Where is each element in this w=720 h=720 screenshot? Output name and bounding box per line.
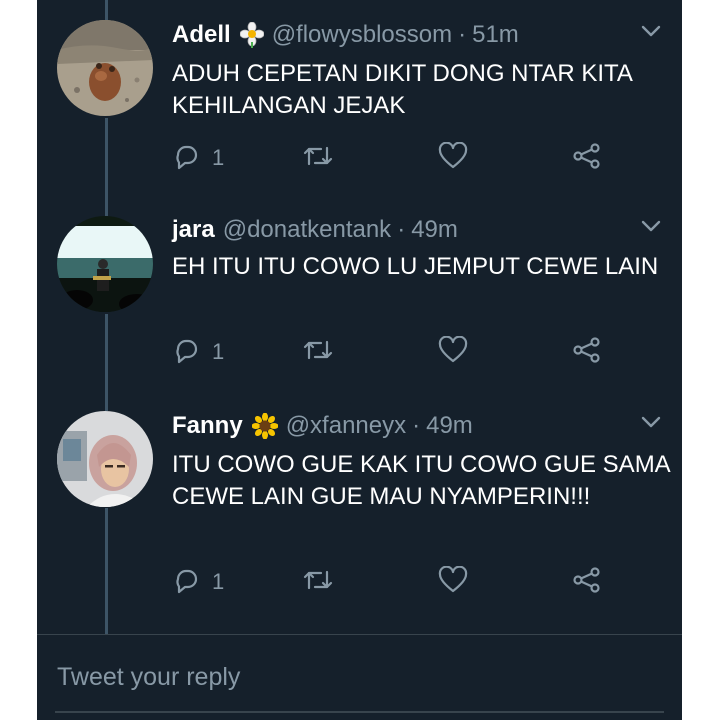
like-icon — [438, 141, 468, 175]
chevron-down-icon[interactable] — [640, 411, 662, 438]
tweet-actions: 1 — [172, 141, 632, 175]
tweet-header: jara @donatkentank · 49m — [172, 213, 662, 247]
thread-line — [105, 314, 108, 411]
reply-input-underline — [55, 711, 664, 713]
retweet-button[interactable] — [302, 335, 334, 369]
share-button[interactable] — [572, 335, 602, 369]
like-icon — [438, 565, 468, 599]
reply-count: 1 — [212, 339, 225, 364]
like-button[interactable] — [438, 335, 468, 369]
reply-icon — [172, 566, 200, 599]
avatar[interactable] — [57, 411, 153, 507]
tweet-header: Adell @flowysblossom · 51m — [172, 18, 662, 52]
tweet-actions: 1 — [172, 565, 632, 599]
timestamp[interactable]: 49m — [426, 412, 473, 440]
share-icon — [572, 566, 602, 599]
separator-dot: · — [397, 216, 406, 243]
author-name[interactable]: Fanny — [172, 412, 243, 440]
thread-line — [105, 508, 108, 634]
tweet-text: ADUH CEPETAN DIKIT DONG NTAR KITA KEHILA… — [172, 60, 632, 119]
reply-count: 1 — [212, 569, 225, 594]
like-button[interactable] — [438, 565, 468, 599]
share-icon — [572, 142, 602, 175]
author-name[interactable]: jara — [172, 216, 215, 244]
author-name[interactable]: Adell — [172, 21, 231, 49]
avatar[interactable] — [57, 216, 153, 312]
share-button[interactable] — [572, 141, 602, 175]
reply-button[interactable]: 1 — [172, 565, 224, 599]
author-handle[interactable]: @donatkentank — [223, 216, 391, 244]
reply-icon — [172, 142, 200, 175]
tweet-text: ITU COWO GUE KAK ITU COWO GUE SAMA CEWE … — [172, 451, 670, 510]
share-button[interactable] — [572, 565, 602, 599]
tweet-actions: 1 — [172, 335, 632, 369]
chevron-down-icon[interactable] — [640, 20, 662, 47]
chevron-down-icon[interactable] — [640, 215, 662, 242]
like-icon — [438, 335, 468, 369]
reply-button[interactable]: 1 — [172, 141, 224, 175]
author-handle[interactable]: @flowysblossom — [272, 21, 452, 49]
author-handle[interactable]: @xfanneyx — [286, 412, 406, 440]
share-icon — [572, 336, 602, 369]
retweet-icon — [302, 142, 334, 175]
avatar[interactable] — [57, 20, 153, 116]
thread-line — [105, 118, 108, 216]
separator-dot: · — [412, 412, 421, 439]
reply-icon — [172, 336, 200, 369]
separator-dot: · — [458, 21, 467, 48]
retweet-icon — [302, 566, 334, 599]
retweet-button[interactable] — [302, 565, 334, 599]
reply-input[interactable]: Tweet your reply — [57, 663, 240, 692]
reply-count: 1 — [212, 145, 225, 170]
tweet-text: EH ITU ITU COWO LU JEMPUT CEWE LAIN — [172, 253, 659, 280]
timestamp[interactable]: 51m — [472, 21, 519, 49]
white-flower-icon — [239, 22, 264, 48]
timestamp[interactable]: 49m — [411, 216, 458, 244]
retweet-icon — [302, 336, 334, 369]
thread-line — [105, 0, 108, 20]
reply-composer: Tweet your reply — [37, 634, 682, 720]
conversation-screen: Adell @flowysblossom · 51m ADUH CEPETAN … — [37, 0, 682, 720]
retweet-button[interactable] — [302, 141, 334, 175]
reply-button[interactable]: 1 — [172, 335, 224, 369]
tweet-header: Fanny @xfanneyx · 49m — [172, 409, 662, 443]
like-button[interactable] — [438, 141, 468, 175]
sunflower-icon — [251, 413, 278, 439]
